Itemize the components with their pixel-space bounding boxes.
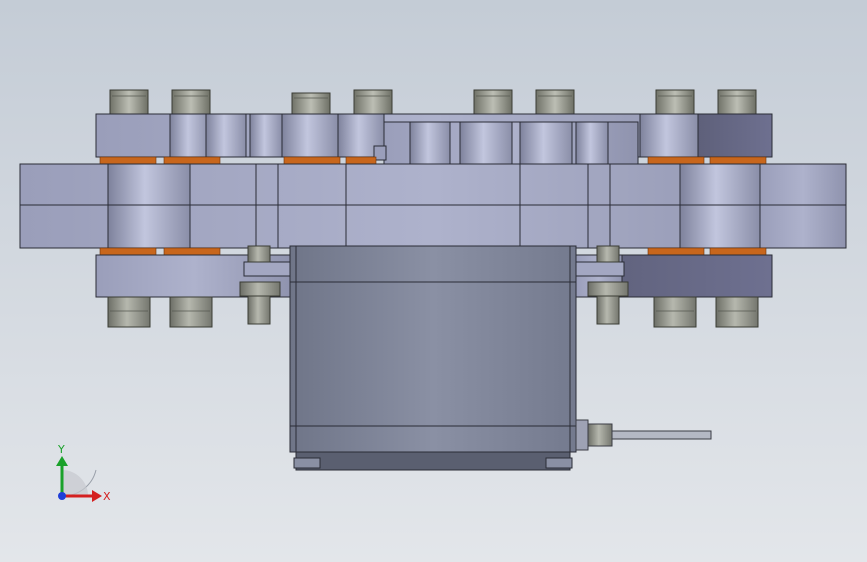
y-axis-arrowhead [56,456,68,466]
y-axis-label: Y [57,443,65,456]
x-axis-arrowhead [92,490,102,502]
coordinate-triad-icon: Y X [56,443,111,503]
x-axis-label: X [103,490,111,503]
graphics-viewport[interactable]: Y X [0,0,867,562]
z-axis-dot [58,492,66,500]
